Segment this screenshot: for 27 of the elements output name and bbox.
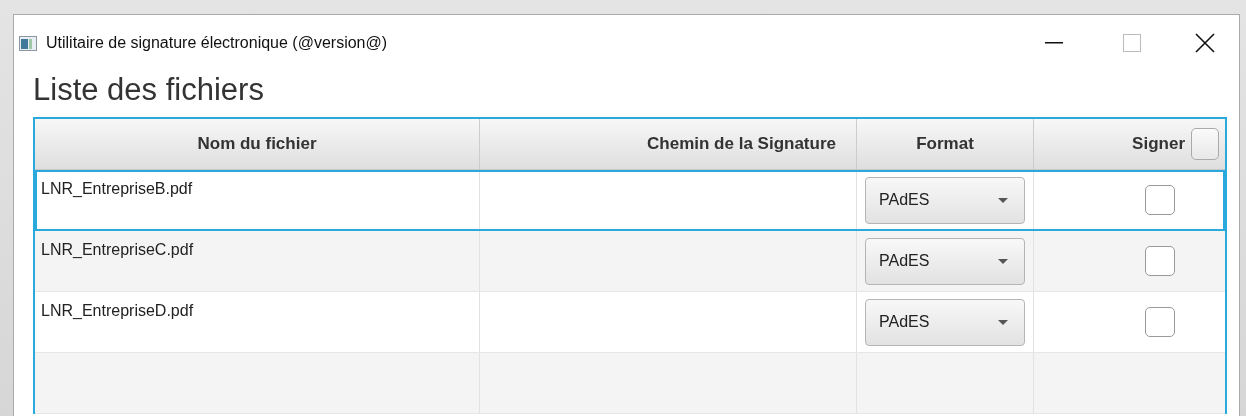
- table-row[interactable]: LNR_EntrepriseC.pdf PAdES: [35, 231, 1225, 292]
- section-heading: Liste des fichiers: [33, 71, 265, 109]
- minimize-icon: [1045, 42, 1063, 44]
- column-header[interactable]: Chemin de la Signature: [480, 119, 857, 169]
- window-title: Utilitaire de signature électronique (@version@): [46, 34, 388, 52]
- app-icon: [19, 35, 37, 51]
- checkbox[interactable]: [1144, 246, 1175, 276]
- column-header[interactable]: Signer: [1034, 119, 1225, 169]
- format-dropdown[interactable]: PAdES: [865, 237, 1025, 285]
- column-header[interactable]: Nom du fichier: [35, 119, 480, 169]
- table-row[interactable]: LNR_EntrepriseB.pdf PAdES: [35, 170, 1225, 231]
- caret-icon: [998, 197, 1008, 203]
- caret-icon: [998, 319, 1008, 325]
- caret-icon: [998, 258, 1008, 264]
- format-dropdown[interactable]: PAdES: [865, 298, 1025, 346]
- maximize-icon: [1123, 34, 1141, 52]
- checkbox[interactable]: [1191, 128, 1219, 160]
- table-row[interactable]: LNR_EntrepriseD.pdf PAdES: [35, 292, 1225, 353]
- file-name: LNR_EntrepriseD.pdf: [41, 302, 194, 319]
- file-name: LNR_EntrepriseB.pdf: [41, 180, 193, 197]
- column-header-label: Signer: [1132, 134, 1185, 154]
- checkbox[interactable]: [1144, 185, 1175, 215]
- format-dropdown[interactable]: PAdES: [865, 176, 1025, 224]
- file-name: LNR_EntrepriseC.pdf: [41, 241, 194, 258]
- checkbox[interactable]: [1144, 307, 1175, 337]
- close-icon: [1195, 33, 1215, 53]
- column-header[interactable]: Format: [857, 119, 1034, 169]
